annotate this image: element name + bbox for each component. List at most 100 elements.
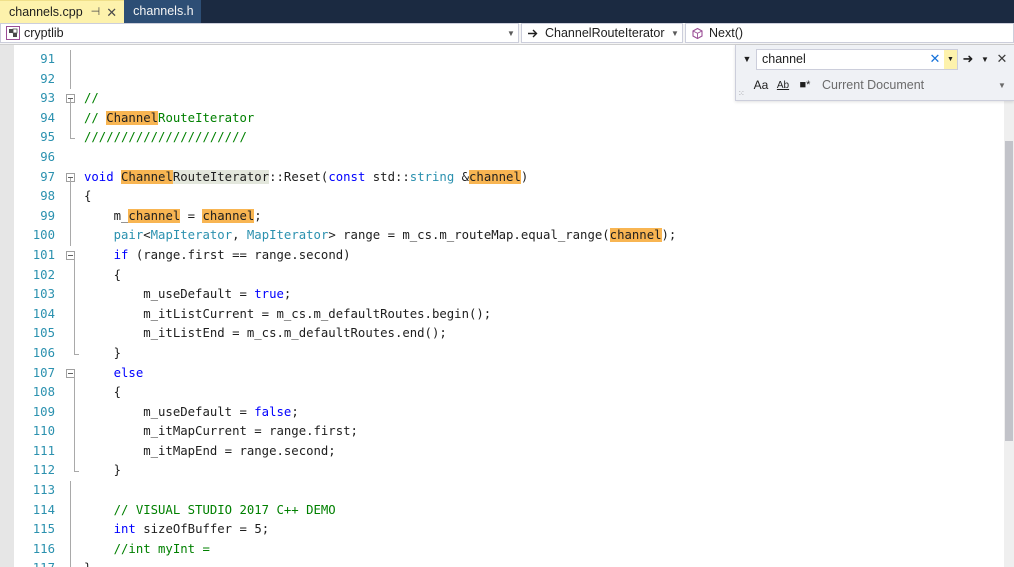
chevron-down-icon[interactable]: ▼ [668, 29, 682, 38]
fold-margin-cell[interactable] [60, 246, 82, 266]
fold-margin-cell[interactable] [60, 285, 82, 305]
code-line-text: if (range.first == range.second) [82, 246, 1004, 266]
code-line[interactable]: 98 { [14, 187, 1004, 207]
fold-margin-cell[interactable] [60, 481, 82, 501]
fold-margin-cell[interactable] [60, 441, 82, 462]
close-icon[interactable]: ✕ [106, 6, 117, 19]
code-token: Channel [106, 110, 159, 125]
fold-margin-cell[interactable] [60, 383, 82, 403]
code-line[interactable]: 106 } [14, 343, 1004, 364]
match-whole-word-toggle[interactable]: Ab [772, 75, 794, 95]
fold-margin-cell[interactable] [60, 520, 82, 540]
code-line[interactable]: 116 //int myInt = [14, 539, 1004, 560]
code-token: m_ [84, 208, 129, 223]
clear-icon[interactable]: ✕ [926, 51, 944, 67]
close-icon[interactable]: ✕ [992, 48, 1012, 70]
chevron-down-icon[interactable]: ▼ [978, 48, 992, 70]
find-input-wrapper[interactable]: ✕ ▼ [756, 48, 958, 70]
navbar-member-dropdown[interactable]: Next() [685, 23, 1014, 43]
code-line[interactable]: 101 if (range.first == range.second) [14, 246, 1004, 266]
tab-channels-h[interactable]: channels.h [124, 0, 201, 23]
code-line[interactable]: 105 m_itListEnd = m_cs.m_defaultRoutes.e… [14, 324, 1004, 344]
code-token: MapIterator [246, 228, 329, 243]
fold-margin-cell[interactable] [60, 128, 82, 148]
use-regex-toggle[interactable]: ■* [794, 75, 816, 95]
code-line[interactable]: 103 m_useDefault = true; [14, 285, 1004, 305]
code-lines-container: 91 92 93//94// ChannelRouteIterator 95/////… [14, 45, 1004, 567]
code-line[interactable]: 115 int sizeOfBuffer = 5; [14, 520, 1004, 540]
code-line[interactable]: 97 void ChannelRouteIterator::Reset(const… [14, 168, 1004, 188]
code-line[interactable]: 110 m_itMapCurrent = range.first; [14, 422, 1004, 442]
fold-margin-cell[interactable] [60, 500, 82, 521]
find-options-row: Aa Ab ■* Current Document ▼ [736, 73, 1014, 97]
fold-margin-cell[interactable] [60, 539, 82, 560]
code-token: ) [520, 169, 529, 184]
selection-margin[interactable] [0, 45, 14, 567]
fold-margin-cell[interactable] [60, 187, 82, 207]
match-case-toggle[interactable]: Aa [750, 75, 772, 95]
chevron-down-icon[interactable]: ▼ [738, 48, 756, 70]
code-token: Channel [121, 169, 173, 184]
code-line[interactable]: 104 m_itListCurrent = m_cs.m_defaultRout… [14, 304, 1004, 325]
code-line[interactable]: 99 m_channel = channel; [14, 206, 1004, 227]
fold-margin-cell[interactable] [60, 364, 82, 384]
code-token: string [409, 169, 455, 184]
vertical-scrollbar[interactable] [1004, 45, 1014, 567]
code-line-text: void ChannelRouteIterator::Reset(const s… [82, 168, 1004, 188]
find-input[interactable] [757, 49, 926, 69]
chevron-down-icon[interactable]: ▼ [504, 29, 518, 38]
code-line[interactable]: 102 { [14, 265, 1004, 286]
fold-margin-cell[interactable] [60, 226, 82, 246]
code-token: // VISUAL STUDIO 2017 C++ DEMO [84, 502, 336, 517]
fold-margin-cell[interactable] [60, 559, 82, 567]
code-text-surface[interactable]: 91 92 93//94// ChannelRouteIterator 95/////… [14, 45, 1004, 567]
code-token: sizeOfBuffer = [135, 522, 255, 537]
code-line[interactable]: 94 // ChannelRouteIterator [14, 108, 1004, 129]
fold-margin-cell[interactable] [60, 168, 82, 188]
code-line[interactable]: 109 m_useDefault = false; [14, 402, 1004, 423]
chevron-down-icon[interactable]: ▼ [994, 81, 1010, 90]
fold-margin-cell[interactable] [60, 304, 82, 325]
line-number: 93 [40, 91, 55, 106]
fold-guide-line [70, 226, 71, 246]
navbar-type-dropdown[interactable]: ChannelRouteIterator ▼ [521, 23, 683, 43]
fold-margin-cell[interactable] [60, 50, 82, 70]
quick-find-widget[interactable]: ▼ ✕ ▼ ➜ ▼ ✕ Aa Ab ■* Current Document ▼ … [735, 45, 1014, 101]
resize-grip-icon[interactable]: ⁙ [738, 90, 745, 98]
pin-icon[interactable]: ⊣ [91, 6, 101, 18]
code-line[interactable]: 112 } [14, 461, 1004, 481]
code-line[interactable]: 113 [14, 481, 1004, 501]
history-dropdown-icon[interactable]: ▼ [944, 49, 957, 69]
fold-margin-cell[interactable] [60, 206, 82, 227]
vertical-scrollbar-thumb[interactable] [1005, 141, 1013, 441]
find-scope-label[interactable]: Current Document [816, 78, 994, 92]
fold-margin-cell[interactable] [60, 108, 82, 129]
namespace-icon [5, 26, 20, 41]
code-line[interactable]: 117} [14, 559, 1004, 567]
code-line[interactable]: 95 ////////////////////// [14, 128, 1004, 148]
tab-channels-cpp[interactable]: channels.cpp ⊣ ✕ [0, 0, 125, 23]
code-line[interactable]: 100 pair<MapIterator, MapIterator> range… [14, 226, 1004, 246]
navbar-scope-dropdown[interactable]: cryptlib ▼ [0, 23, 519, 43]
fold-margin-cell[interactable] [60, 69, 82, 90]
code-line[interactable]: 96 [14, 148, 1004, 168]
fold-margin-cell[interactable] [60, 343, 82, 364]
code-line[interactable]: 107 else [14, 364, 1004, 384]
fold-guide-line [70, 520, 71, 540]
fold-margin-cell[interactable] [60, 265, 82, 286]
find-next-arrow-icon[interactable]: ➜ [958, 48, 978, 70]
code-line[interactable]: 111 m_itMapEnd = range.second; [14, 441, 1004, 462]
fold-margin-cell[interactable] [60, 402, 82, 423]
fold-margin-cell[interactable] [60, 324, 82, 344]
code-line[interactable]: 108 { [14, 383, 1004, 403]
class-arrow-icon [526, 26, 541, 41]
code-editor[interactable]: 91 92 93//94// ChannelRouteIterator 95/////… [0, 45, 1014, 567]
fold-margin-cell[interactable] [60, 461, 82, 481]
line-number: 109 [32, 404, 55, 419]
fold-margin-cell[interactable] [60, 89, 82, 109]
fold-margin-cell[interactable] [60, 422, 82, 442]
code-line[interactable]: 114 // VISUAL STUDIO 2017 C++ DEMO [14, 500, 1004, 521]
fold-margin-cell[interactable] [60, 148, 82, 168]
fold-guide-line [74, 461, 79, 473]
